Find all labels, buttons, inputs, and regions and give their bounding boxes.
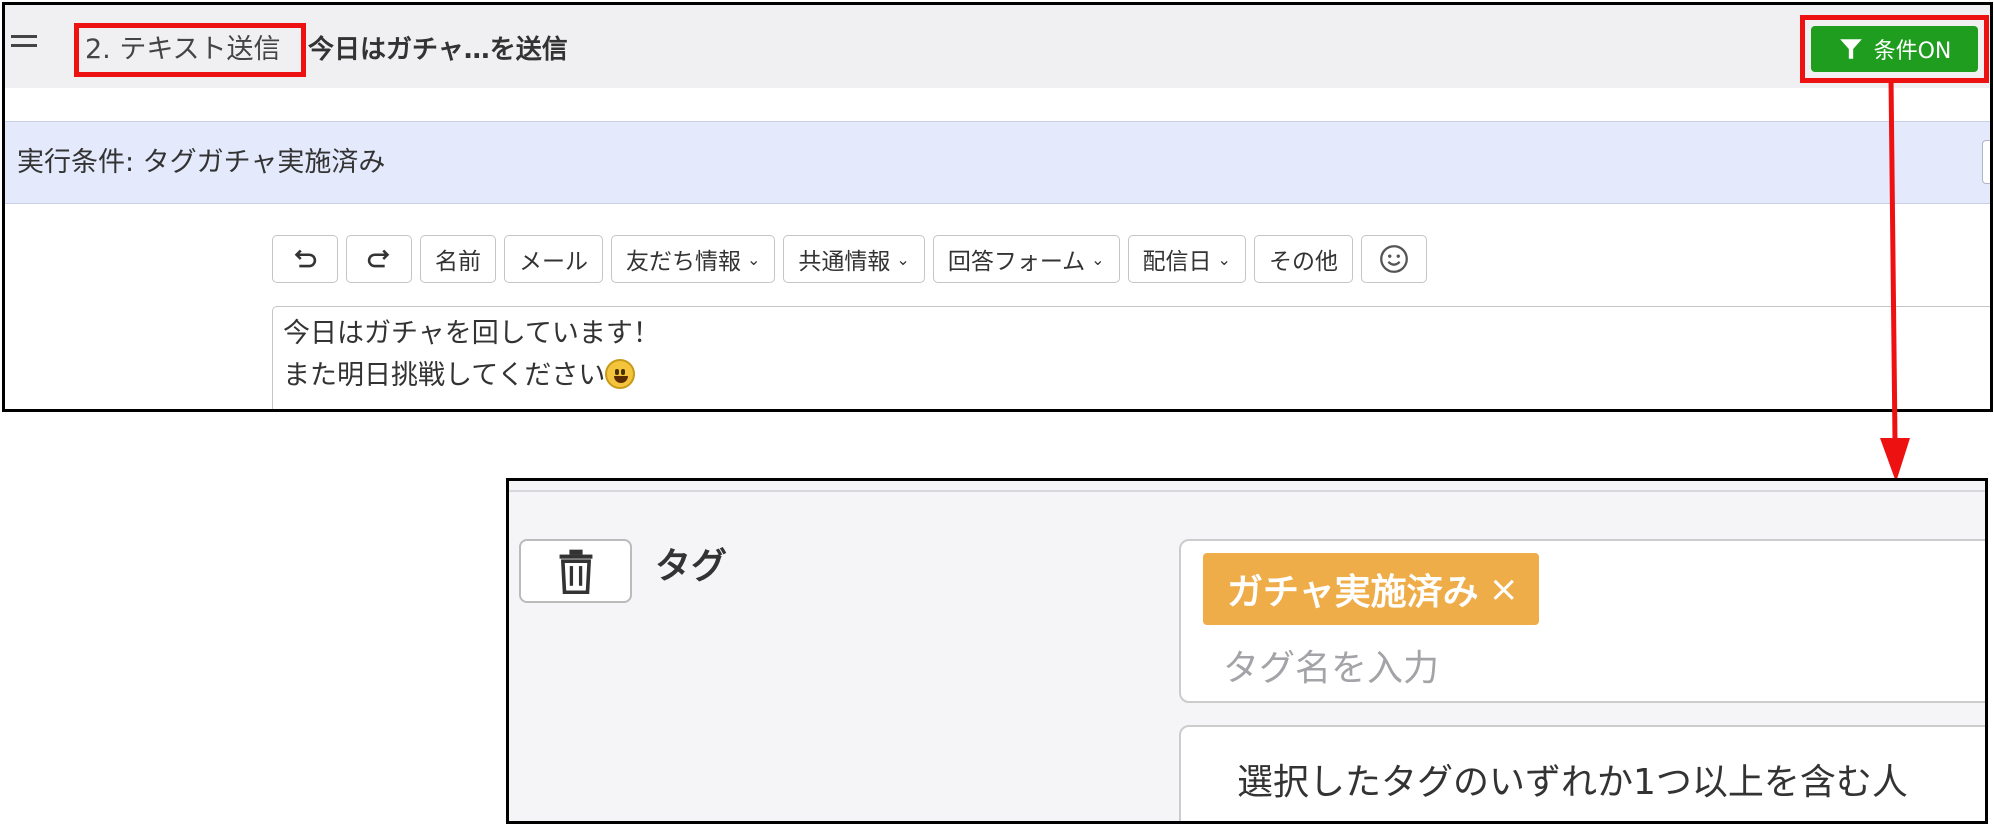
editor-panel: 2. テキスト送信 今日はガチャ…を送信 条件ON 実行条件: タグガチャ実施済… [2, 2, 1993, 412]
tag-condition-panel: タグ ガチャ実施済み × タグ名を入力 選択したタグのいずれか1つ以上を含む人 [506, 478, 1988, 824]
editor-toolbar: 名前 メール 友だち情報 ⌄ 共通情報 ⌄ 回答フォーム ⌄ 配信日 ⌄ その他 [272, 235, 1427, 283]
shared-info-dropdown[interactable]: 共通情報 ⌄ [783, 235, 925, 283]
execution-condition-bar: 実行条件: タグガチャ実施済み [5, 121, 1990, 204]
trash-icon [559, 549, 592, 594]
chevron-down-icon: ⌄ [1091, 249, 1105, 269]
tag-input-field[interactable]: ガチャ実施済み × タグ名を入力 [1179, 539, 1985, 703]
condition-button-highlight: 条件ON [1800, 15, 1989, 83]
condition-button-label: 条件ON [1873, 39, 1952, 64]
step-label: 2. テキスト送信 [74, 23, 306, 77]
delete-condition-button[interactable] [519, 539, 632, 603]
undo-button[interactable] [272, 235, 338, 283]
message-textarea[interactable]: 今日はガチャを回しています！ また明日挑戦してください [272, 306, 1990, 409]
friend-info-label: 友だち情報 [626, 249, 741, 275]
filter-icon [1839, 39, 1862, 59]
execution-condition-text: 実行条件: タグガチャ実施済み [17, 147, 386, 178]
chevron-down-icon: ⌄ [896, 249, 910, 269]
shared-info-label: 共通情報 [798, 249, 891, 275]
tag-chip: ガチャ実施済み × [1203, 553, 1539, 625]
other-label: その他 [1268, 249, 1338, 275]
undo-icon [294, 249, 317, 268]
emoji-button[interactable] [1360, 235, 1427, 283]
other-button[interactable]: その他 [1253, 235, 1353, 283]
answer-form-dropdown[interactable]: 回答フォーム ⌄ [932, 235, 1120, 283]
message-line-1: 今日はガチャを回しています！ [283, 318, 660, 349]
delivery-date-dropdown[interactable]: 配信日 ⌄ [1127, 235, 1246, 283]
answer-form-label: 回答フォーム [947, 249, 1086, 275]
redo-icon [367, 249, 390, 268]
redo-button[interactable] [346, 235, 412, 283]
tag-heading: タグ [655, 546, 728, 587]
remove-tag-icon[interactable]: × [1489, 569, 1519, 610]
condition-bar-side-button[interactable] [1982, 140, 1990, 184]
delivery-date-label: 配信日 [1142, 249, 1212, 275]
friend-info-dropdown[interactable]: 友だち情報 ⌄ [611, 235, 776, 283]
insert-email-button[interactable]: メール [504, 235, 603, 283]
tag-match-mode-value: 選択したタグのいずれか1つ以上を含む人 [1237, 762, 1908, 803]
insert-name-label: 名前 [435, 249, 481, 275]
insert-email-label: メール [519, 249, 588, 275]
divider [509, 490, 1985, 492]
condition-on-button[interactable]: 条件ON [1811, 26, 1978, 72]
tag-chip-label: ガチャ実施済み [1227, 572, 1479, 613]
tag-match-mode-select[interactable]: 選択したタグのいずれか1つ以上を含む人 [1179, 725, 1985, 821]
step-title: 今日はガチャ…を送信 [308, 35, 568, 65]
chevron-down-icon: ⌄ [747, 249, 761, 269]
grinning-face-emoji-icon [605, 359, 636, 389]
chevron-down-icon: ⌄ [1217, 249, 1231, 269]
drag-handle-icon[interactable] [11, 35, 37, 51]
message-line-2: また明日挑戦してください [283, 355, 1990, 397]
insert-name-button[interactable]: 名前 [420, 235, 496, 283]
smiley-icon [1380, 245, 1408, 273]
tag-input-placeholder: タグ名を入力 [1223, 648, 1440, 689]
step-header: 2. テキスト送信 今日はガチャ…を送信 条件ON [5, 5, 1990, 88]
